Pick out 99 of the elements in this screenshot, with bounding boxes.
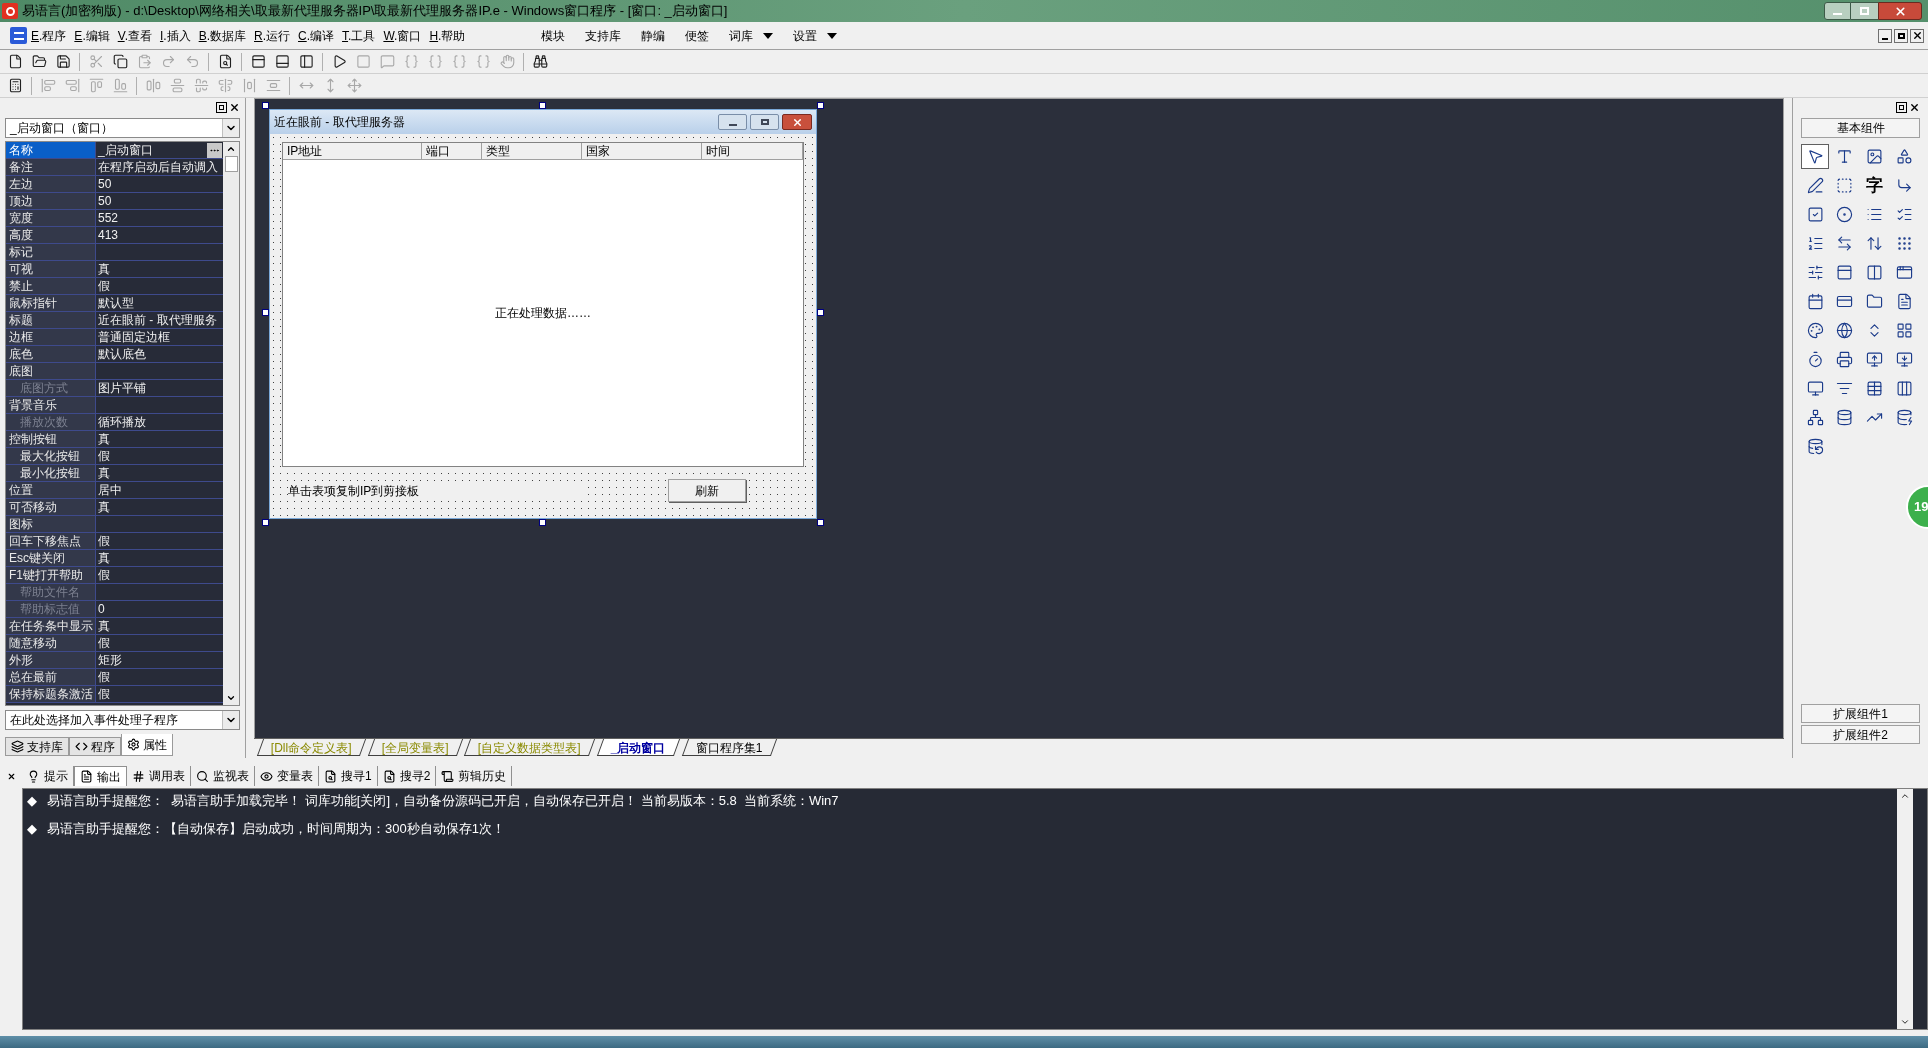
property-name[interactable]: 标记 — [6, 244, 96, 260]
panel-tab[interactable]: 属性 — [121, 734, 173, 756]
column-header[interactable]: 类型 — [482, 143, 582, 159]
property-name[interactable]: 禁止 — [6, 278, 96, 294]
panel-tab[interactable]: 程序 — [69, 737, 121, 756]
property-value[interactable]: 552 — [96, 210, 119, 226]
toolbox-group-header[interactable]: 基本组件 — [1801, 118, 1920, 138]
window-title: 易语言(加密狗版) - d:\Desktop\网络相关\取最新代理服务器IP\取最新代理服务器IP.e - Windows窗口程序 - [窗口: _启动窗口] — [22, 2, 728, 21]
toolbox-group-header[interactable]: 扩展组件1 — [1801, 704, 1920, 723]
menu-item[interactable]: 设置 — [783, 26, 848, 45]
editor-tab[interactable]: _启动窗口 — [596, 739, 680, 756]
loading-message: 正在处理数据…… — [495, 305, 591, 322]
property-value[interactable]: 真 — [96, 618, 110, 634]
object-select[interactable]: _启动窗口（窗口） — [5, 118, 240, 138]
property-name[interactable]: 在任务条中显示 — [6, 618, 96, 634]
menu-item[interactable]: C.编译 — [294, 26, 339, 45]
property-name[interactable]: 控制按钮 — [6, 431, 96, 447]
column-header[interactable]: 时间 — [702, 143, 803, 159]
menu-item[interactable]: I.插入 — [155, 26, 195, 45]
toolbox-item[interactable]: 字 — [1860, 173, 1889, 198]
property-value[interactable]: 真 — [96, 550, 110, 566]
property-value[interactable]: 413 — [96, 227, 119, 243]
property-name[interactable]: 外形 — [6, 652, 96, 668]
property-value[interactable]: 50 — [96, 176, 112, 192]
editor-tab[interactable]: 窗口程序集1 — [681, 739, 777, 756]
property-name[interactable]: 左边 — [6, 176, 96, 192]
output-tab[interactable]: 监视表 — [191, 766, 255, 786]
property-name[interactable]: 底色 — [6, 346, 96, 362]
property-name[interactable]: 背景音乐 — [6, 397, 96, 413]
property-value[interactable]: 假 — [96, 669, 110, 685]
menu-item[interactable]: E.编辑 — [70, 26, 114, 45]
bullet-icon: ◆ — [27, 818, 37, 838]
menu-item[interactable]: E.程序 — [27, 26, 71, 45]
property-value[interactable]: 50 — [96, 193, 112, 209]
menu-item[interactable]: R.运行 — [250, 26, 295, 45]
toolbox-group-header[interactable]: 扩展组件2 — [1801, 725, 1920, 744]
output-message: 易语言助手提醒您： 易语言助手加载完毕！ 词库功能[关闭]，自动备份源码已开启，自动保存已开启！ 当前易版本：5.8 当前系统：Win7 — [47, 792, 839, 810]
menu-item[interactable]: 便签 — [675, 26, 720, 45]
property-value[interactable]: 真 — [96, 465, 110, 481]
property-name[interactable]: 可视 — [6, 261, 96, 277]
form-title: 近在眼前 - 取代理服务器 — [274, 114, 405, 131]
property-value[interactable]: 普通固定边框 — [96, 329, 170, 345]
column-header[interactable]: 国家 — [582, 143, 702, 159]
menu-item[interactable]: V.查看 — [113, 26, 156, 45]
panel-tab[interactable]: 支持库 — [5, 737, 69, 756]
property-name[interactable]: Esc键关闭 — [6, 550, 96, 566]
output-tab[interactable]: 调用表 — [127, 766, 191, 786]
property-value[interactable]: 假 — [96, 567, 110, 583]
output-tab[interactable]: 搜寻2 — [377, 766, 437, 786]
property-value[interactable]: 假 — [96, 278, 110, 294]
property-value[interactable]: 矩形 — [96, 652, 122, 668]
refresh-button[interactable]: 刷新 — [668, 479, 746, 502]
output-tab[interactable]: 变量表 — [255, 766, 319, 786]
property-value[interactable]: 真 — [96, 431, 110, 447]
property-name[interactable]: 边框 — [6, 329, 96, 345]
property-value[interactable]: 居中 — [96, 482, 122, 498]
property-value[interactable]: _启动窗口 — [96, 142, 153, 158]
property-name[interactable]: 标题 — [6, 312, 96, 328]
property-value[interactable]: 假 — [96, 448, 110, 464]
property-name[interactable]: 图标 — [6, 516, 96, 532]
menu-item[interactable]: 支持库 — [575, 26, 632, 45]
menu-item[interactable]: T.工具 — [338, 26, 380, 45]
property-name[interactable]: 宽度 — [6, 210, 96, 226]
property-value[interactable]: 默认型 — [96, 295, 134, 311]
column-header[interactable]: IP地址 — [283, 143, 422, 159]
output-tab[interactable]: 输出 — [74, 766, 127, 786]
property-value[interactable]: 真 — [96, 261, 110, 277]
menu-item[interactable]: B.数据库 — [194, 26, 250, 45]
menu-item[interactable]: 静编 — [631, 26, 676, 45]
property-value[interactable]: 假 — [96, 635, 110, 651]
property-value[interactable]: 假 — [96, 533, 110, 549]
property-name[interactable]: 鼠标指针 — [6, 295, 96, 311]
output-tab[interactable]: 剪辑历史 — [436, 766, 513, 786]
property-name[interactable]: 总在最前 — [6, 669, 96, 685]
property-value[interactable]: 默认底色 — [96, 346, 146, 362]
property-value[interactable]: 真 — [96, 499, 110, 515]
menu-item[interactable]: H.帮助 — [425, 26, 470, 45]
output-tab[interactable]: 搜寻1 — [319, 766, 378, 786]
property-name[interactable]: 可否移动 — [6, 499, 96, 515]
property-name[interactable]: 最小化按钮 — [6, 465, 96, 481]
property-name[interactable]: 位置 — [6, 482, 96, 498]
bullet-icon: ◆ — [27, 791, 37, 811]
property-value[interactable]: 假 — [96, 686, 110, 702]
property-name[interactable]: 随意移动 — [6, 635, 96, 651]
menu-item[interactable]: 词库 — [719, 26, 784, 45]
property-name[interactable]: F1键打开帮助 — [6, 567, 96, 583]
event-select[interactable]: 在此处选择加入事件处理子程序 — [5, 710, 240, 730]
property-name[interactable]: 高度 — [6, 227, 96, 243]
property-name[interactable]: 名称 — [6, 142, 96, 158]
property-name[interactable]: 顶边 — [6, 193, 96, 209]
property-name[interactable]: 回车下移焦点 — [6, 533, 96, 549]
output-message: 易语言助手提醒您：【自动保存】启动成功，时间周期为：300秒自动保存1次！ — [47, 819, 505, 838]
property-name[interactable]: 保持标题条激活 — [6, 686, 96, 702]
column-header[interactable]: 端口 — [422, 143, 482, 159]
menu-item[interactable]: 模块 — [531, 26, 576, 45]
property-name[interactable]: 最大化按钮 — [6, 448, 96, 464]
property-name[interactable]: 底图 — [6, 363, 96, 379]
property-name[interactable]: 备注 — [6, 159, 96, 175]
menu-item[interactable]: W.窗口 — [379, 26, 426, 45]
